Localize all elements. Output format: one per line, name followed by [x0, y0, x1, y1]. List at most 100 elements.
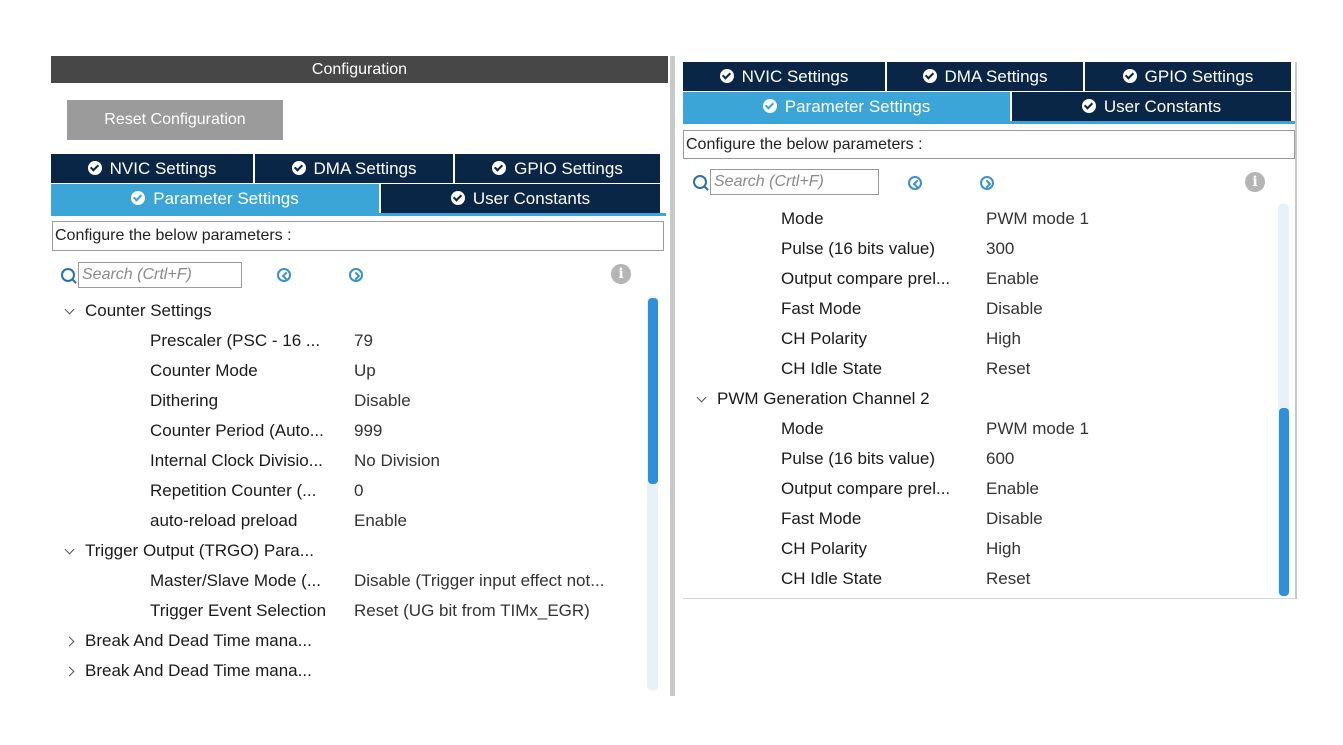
check-circle-icon: [450, 191, 465, 205]
param-row[interactable]: Internal Clock Divisio... No Division: [51, 446, 651, 476]
group-pwm-generation-channel-2[interactable]: PWM Generation Channel 2: [693, 384, 930, 414]
group-title: PWM Generation Channel 2: [717, 389, 930, 408]
param-name: Pulse (16 bits value): [781, 449, 936, 468]
group-break-dead-time-1[interactable]: Break And Dead Time mana...: [61, 626, 312, 656]
param-value[interactable]: 300: [986, 234, 1014, 264]
group-counter-settings[interactable]: Counter Settings: [61, 296, 212, 326]
panel-divider[interactable]: [670, 56, 675, 696]
param-row[interactable]: CH Idle State Reset: [683, 564, 1273, 594]
search-icon[interactable]: [693, 175, 707, 189]
param-value[interactable]: Enable: [354, 506, 407, 536]
check-circle-icon: [1122, 69, 1137, 83]
param-value[interactable]: Enable: [986, 474, 1039, 504]
chevron-down-icon[interactable]: [61, 297, 77, 327]
tab-gpio-settings[interactable]: GPIO Settings: [1085, 62, 1291, 91]
prev-circle-icon[interactable]: [908, 176, 922, 190]
chevron-down-icon[interactable]: [61, 537, 77, 567]
group-break-dead-time-2[interactable]: Break And Dead Time mana...: [61, 656, 312, 686]
tab-label: User Constants: [1103, 97, 1222, 116]
param-row[interactable]: Pulse (16 bits value) 300: [683, 234, 1273, 264]
check-circle-icon: [762, 99, 777, 113]
param-value[interactable]: Reset: [986, 354, 1030, 384]
param-row[interactable]: Repetition Counter (... 0: [51, 476, 651, 506]
param-name: Internal Clock Divisio...: [150, 451, 323, 470]
next-circle-icon[interactable]: [980, 176, 994, 190]
tab-dma-settings[interactable]: DMA Settings: [255, 154, 455, 183]
param-row[interactable]: Counter Mode Up: [51, 356, 651, 386]
tab-user-constants[interactable]: User Constants: [1012, 92, 1291, 121]
param-row[interactable]: Fast Mode Disable: [683, 504, 1273, 534]
tab-gpio-settings[interactable]: GPIO Settings: [455, 154, 660, 183]
param-value[interactable]: 600: [986, 444, 1014, 474]
param-row[interactable]: Trigger Event Selection Reset (UG bit fro…: [51, 596, 651, 626]
scrollbar-thumb[interactable]: [1279, 408, 1289, 596]
search-bar: Search (Crtl+F): [693, 169, 879, 195]
param-value[interactable]: No Division: [354, 446, 440, 476]
reset-configuration-button[interactable]: Reset Configuration: [67, 100, 283, 140]
param-row[interactable]: Prescaler (PSC - 16 ... 79: [51, 326, 651, 356]
scrollbar-thumb[interactable]: [648, 298, 658, 484]
tab-nvic-settings[interactable]: NVIC Settings: [683, 62, 887, 91]
param-value[interactable]: PWM mode 1: [986, 414, 1089, 444]
param-value[interactable]: High: [986, 534, 1021, 564]
group-title: Break And Dead Time mana...: [85, 661, 312, 680]
group-trigger-output[interactable]: Trigger Output (TRGO) Para...: [61, 536, 314, 566]
param-row[interactable]: Output compare prel... Enable: [683, 474, 1273, 504]
param-value[interactable]: Reset (UG bit from TIMx_EGR): [354, 596, 590, 626]
parameter-tree: Counter Settings Prescaler (PSC - 16 ...…: [51, 296, 651, 690]
tab-nvic-settings[interactable]: NVIC Settings: [51, 154, 255, 183]
param-row[interactable]: Dithering Disable: [51, 386, 651, 416]
panel-border: [683, 598, 1296, 599]
param-value[interactable]: Up: [354, 356, 376, 386]
param-name: CH Polarity: [781, 329, 867, 348]
param-row[interactable]: auto-reload preload Enable: [51, 506, 651, 536]
tab-parameter-settings[interactable]: Parameter Settings: [683, 92, 1012, 121]
tab-user-constants[interactable]: User Constants: [381, 184, 660, 213]
param-name: CH Idle State: [781, 569, 883, 588]
param-row[interactable]: Master/Slave Mode (... Disable (Trigger i…: [51, 566, 651, 596]
param-row[interactable]: Pulse (16 bits value) 600: [683, 444, 1273, 474]
chevron-right-icon[interactable]: [61, 657, 77, 687]
prev-circle-icon[interactable]: [277, 268, 291, 282]
param-value[interactable]: PWM mode 1: [986, 204, 1089, 234]
param-row[interactable]: CH Polarity High: [683, 324, 1273, 354]
param-row[interactable]: Output compare prel... Enable: [683, 264, 1273, 294]
param-row[interactable]: CH Polarity High: [683, 534, 1273, 564]
search-input[interactable]: Search (Crtl+F): [710, 169, 879, 195]
tab-row-1: NVIC Settings DMA Settings GPIO Settings: [51, 154, 660, 183]
param-value[interactable]: High: [986, 324, 1021, 354]
param-row[interactable]: Fast Mode Disable: [683, 294, 1273, 324]
param-name: Fast Mode: [781, 509, 862, 528]
next-circle-icon[interactable]: [349, 268, 363, 282]
check-circle-icon: [719, 69, 734, 83]
param-name: Mode: [781, 209, 824, 228]
param-value[interactable]: Disable: [986, 504, 1043, 534]
info-icon[interactable]: i: [1245, 172, 1265, 192]
param-value[interactable]: 0: [354, 476, 363, 506]
tab-label: NVIC Settings: [741, 67, 849, 86]
group-title: Counter Settings: [85, 301, 212, 320]
param-value[interactable]: Disable (Trigger input effect not...: [354, 566, 604, 596]
chevron-down-icon[interactable]: [693, 385, 709, 415]
param-row[interactable]: Mode PWM mode 1: [683, 414, 1273, 444]
param-row[interactable]: Mode PWM mode 1: [683, 204, 1273, 234]
param-row[interactable]: Counter Period (Auto... 999: [51, 416, 651, 446]
param-value[interactable]: Disable: [354, 386, 411, 416]
tab-row-2: Parameter Settings User Constants: [51, 184, 660, 213]
param-value[interactable]: 79: [354, 326, 373, 356]
param-value[interactable]: Reset: [986, 564, 1030, 594]
chevron-right-icon[interactable]: [61, 627, 77, 657]
search-icon[interactable]: [61, 268, 75, 282]
param-value[interactable]: Enable: [986, 264, 1039, 294]
tab-dma-settings[interactable]: DMA Settings: [887, 62, 1085, 91]
info-icon[interactable]: i: [611, 264, 631, 284]
search-input[interactable]: Search (Crtl+F): [78, 262, 242, 288]
param-value[interactable]: Disable: [986, 294, 1043, 324]
tab-parameter-settings[interactable]: Parameter Settings: [51, 184, 381, 213]
check-circle-icon: [922, 69, 937, 83]
panel-border: [1295, 62, 1297, 599]
param-row[interactable]: CH Idle State Reset: [683, 354, 1273, 384]
tab-label: Parameter Settings: [784, 97, 931, 116]
tab-row-1: NVIC Settings DMA Settings GPIO Settings: [683, 62, 1291, 91]
param-value[interactable]: 999: [354, 416, 382, 446]
